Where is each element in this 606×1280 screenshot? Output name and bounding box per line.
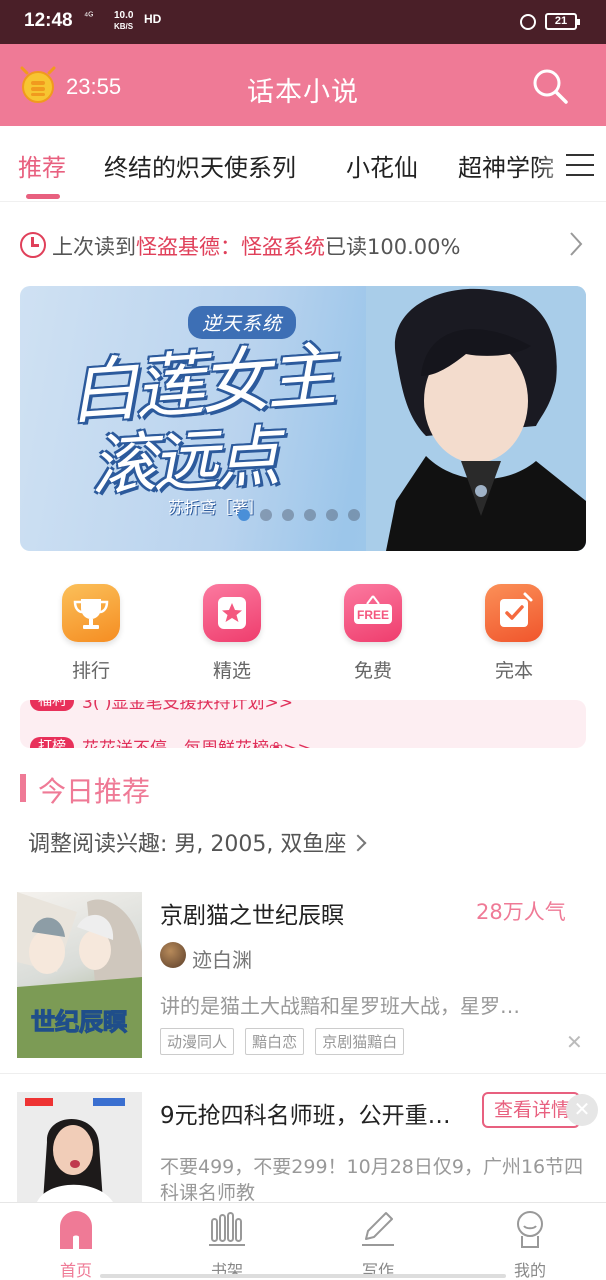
ad-thumbnail[interactable] [17,1092,142,1202]
last-read-text: 上次读到怪盗基德：怪盗系统已读100.00% [52,235,461,259]
banner-title-line2: 滚远点 [88,418,279,505]
nav-home[interactable]: 首页 [26,1209,126,1280]
status-time: 12:48 [24,10,73,31]
tab-flower-fairy[interactable]: 小花仙 [346,148,418,183]
quick-link-label: 完本 [494,660,533,682]
notice-badge: 福利 [30,700,74,711]
free-tag-icon: FREE [344,584,402,642]
notice-item[interactable]: 打榜花花送不停，每周鲜花榜❀>> [30,734,312,748]
pencil-icon [358,1209,398,1249]
status-bar: 12:48 ⁴ᴳ 10.0 KB/S HD 21 [0,0,606,44]
banner-character-image [366,286,586,551]
nav-write[interactable]: 写作 [328,1209,428,1280]
profile-icon [510,1209,550,1249]
quick-link-label: 免费 [353,660,392,682]
page-dot-active[interactable] [238,509,250,521]
last-read-bar[interactable]: 上次读到怪盗基德：怪盗系统已读100.00% [0,214,606,274]
book-tag[interactable]: 京剧猫黯白 [315,1028,405,1055]
rotation-lock-icon [520,14,536,30]
notice-text: 3( )显金笔支援扶持计划>> [82,700,293,713]
cover-title: 世纪辰瞑 [31,1008,127,1036]
battery-icon: 21 [545,13,580,30]
chevron-right-icon [570,232,583,256]
notice-text: 花花送不停，每周鲜花榜❀>> [82,739,312,748]
star-icon [203,584,261,642]
home-icon [56,1209,96,1249]
book-tag[interactable]: 黯白恋 [245,1028,305,1055]
notice-item[interactable]: 福利 3( )显金笔支援扶持计划>> [30,700,293,713]
book-description: 讲的是猫土大战黯和星罗班大战，星罗… [160,994,520,1018]
tab-seraph-series[interactable]: 终结的炽天使系列 [104,148,296,183]
last-read-book: 怪盗基德 [136,235,220,259]
page-dot[interactable] [260,509,272,521]
signal-icon: ⁴ᴳ [84,11,94,22]
notice-badge: 打榜 [30,736,74,748]
active-tab-indicator [26,194,60,199]
book-cover[interactable]: 世纪辰瞑 [17,892,142,1058]
banner-pagination [238,506,370,521]
quick-link-featured[interactable]: 精选 [182,580,282,683]
page-dot[interactable] [348,509,360,521]
chevron-right-icon [349,834,367,852]
dismiss-icon[interactable]: ✕ [566,1030,583,1054]
page-dot[interactable] [304,509,316,521]
quick-link-label: 精选 [212,660,251,682]
book-author: 迹白渊 [192,948,252,972]
book-title: 京剧猫之世纪辰瞑 [160,903,344,929]
bottom-navigation: 首页 书架 写作 我的 [0,1202,606,1280]
search-icon[interactable] [530,66,570,106]
network-speed-unit: KB/S [114,22,134,31]
hd-indicator: HD [144,12,162,26]
last-read-chapter: 怪盗系统 [241,235,325,259]
promo-banner[interactable]: 逆天系统 白莲女主 滚远点 苏折鸢［著］ [20,286,586,551]
quick-links: 排行 精选 FREE 免费 完本 [0,580,606,690]
nav-profile[interactable]: 我的 [480,1209,580,1280]
network-speed-value: 10.0 [114,10,134,21]
category-tabs: 推荐 终结的炽天使系列 小花仙 超神学院 [0,126,606,202]
home-indicator [100,1274,506,1278]
close-icon[interactable]: ✕ [566,1094,598,1126]
trophy-icon [62,584,120,642]
check-icon [485,584,543,642]
network-speed: 10.0 KB/S [114,10,133,32]
quick-link-ranking[interactable]: 排行 [41,580,141,683]
bookshelf-icon [207,1209,247,1249]
tab-recommend[interactable]: 推荐 [18,148,66,183]
notice-ticker[interactable]: 福利 3( )显金笔支援扶持计划>> 打榜花花送不停，每周鲜花榜❀>> [20,700,586,748]
page-dot[interactable] [326,509,338,521]
book-popularity: 28万人气 [476,900,566,924]
read-progress: 已读100.00% [325,235,461,259]
nav-bookshelf[interactable]: 书架 [177,1209,277,1280]
book-card[interactable]: 世纪辰瞑 京剧猫之世纪辰瞑 28万人气 迹白渊 讲的是猫土大战黯和星罗班大战，星… [0,880,606,1074]
book-tag[interactable]: 动漫同人 [160,1028,235,1055]
ad-title: 9元抢四科名师班，公开重… [160,1103,451,1129]
quick-link-completed[interactable]: 完本 [464,580,564,683]
reading-preference-link[interactable]: 调整阅读兴趣: 男, 2005, 双鱼座 [28,826,367,858]
quick-link-label: 排行 [71,660,110,682]
app-header: 23:55 话本小说 [0,44,606,126]
quick-link-free[interactable]: FREE 免费 [323,580,423,683]
menu-icon[interactable] [566,154,594,178]
page-dot[interactable] [282,509,294,521]
book-tags: 动漫同人 黯白恋 京剧猫黯白 [160,1028,410,1055]
clock-icon [20,232,46,258]
svg-text:FREE: FREE [357,608,389,622]
ad-description: 不要499，不要299！10月28日仅9，广州16节四科课名师教 [160,1156,584,1202]
avatar [160,942,186,968]
ad-card[interactable]: 9元抢四科名师班，公开重… 查看详情 ✕ 不要499，不要299！10月28日仅… [0,1084,606,1202]
app-title: 话本小说 [247,77,359,108]
